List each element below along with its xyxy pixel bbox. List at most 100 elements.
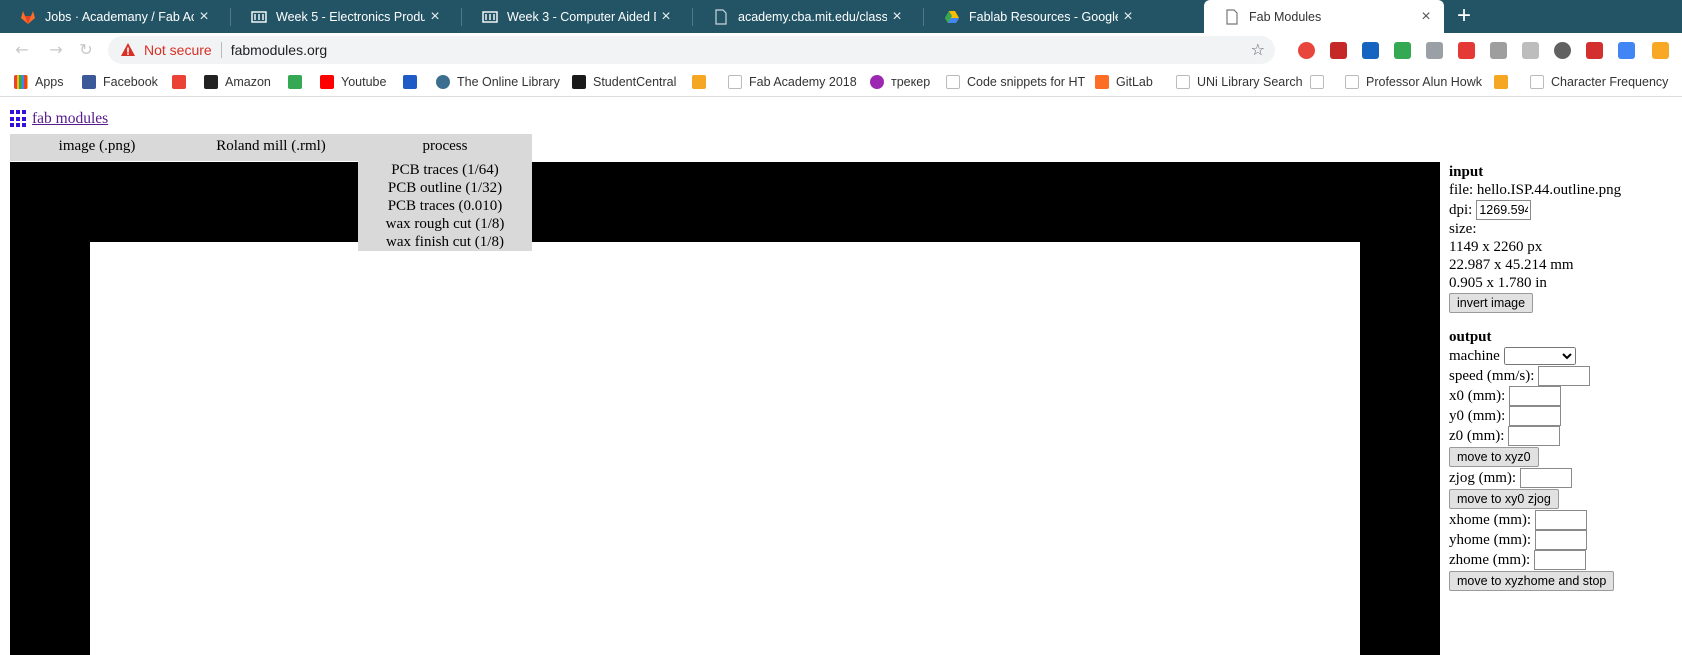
extension-cloud-icon[interactable] <box>1522 42 1539 59</box>
bookmark-drive[interactable] <box>288 73 309 91</box>
bookmark-fab-academy-2018[interactable]: Fab Academy 2018 <box>728 73 857 91</box>
bookmark-code-snippets[interactable]: Code snippets for HT <box>946 73 1085 91</box>
url-text[interactable]: fabmodules.org <box>231 42 328 58</box>
y0-input[interactable] <box>1509 406 1562 426</box>
move-to-xy0-zjog-button[interactable]: move to xy0 zjog <box>1449 489 1559 509</box>
process-option[interactable]: PCB outline (1/32) <box>358 179 532 197</box>
bookmark-label: StudentCentral <box>593 75 677 89</box>
close-icon[interactable]: × <box>425 8 445 26</box>
warning-icon <box>121 43 135 56</box>
process-option[interactable]: PCB traces (1/64) <box>358 161 532 179</box>
bookmark-tracker[interactable]: трекер <box>870 73 930 91</box>
dpi-input[interactable] <box>1476 199 1532 220</box>
process-option[interactable]: wax finish cut (1/8) <box>358 233 532 251</box>
tab-jobs-academany[interactable]: Jobs · Academany / Fab Academy × <box>0 0 222 33</box>
close-icon[interactable]: × <box>194 8 214 26</box>
extension-lastpass-icon[interactable] <box>1330 42 1347 59</box>
extension-google-icon[interactable] <box>1618 42 1635 59</box>
reload-icon[interactable]: ↻ <box>76 40 96 60</box>
xhome-input[interactable] <box>1535 510 1588 530</box>
extension-drive-icon[interactable] <box>1394 42 1411 59</box>
z0-input[interactable] <box>1508 426 1561 446</box>
bookmark-label: Fab Academy 2018 <box>749 75 857 89</box>
bookmark-translate[interactable] <box>403 73 424 91</box>
yhome-input[interactable] <box>1535 530 1588 550</box>
bookmark-professor[interactable]: Professor Alun Howk <box>1345 73 1482 91</box>
zjog-label: zjog (mm): <box>1449 470 1517 486</box>
move-to-xyzhome-button[interactable]: move to xyzhome and stop <box>1449 571 1615 591</box>
output-format-menu[interactable]: Roland mill (.rml) <box>184 134 358 161</box>
youtube-icon <box>320 75 334 89</box>
forward-icon[interactable]: → <box>46 40 66 60</box>
security-indicator[interactable]: Not secure <box>144 42 212 58</box>
process-menu[interactable]: process <box>358 134 532 161</box>
extension-list-icon[interactable] <box>1426 42 1443 59</box>
extension-pencil-icon[interactable] <box>1458 42 1475 59</box>
gitlab-icon <box>1095 75 1109 89</box>
bookmark-fab[interactable] <box>692 73 713 91</box>
tab-title: Jobs · Academany / Fab Academy <box>45 9 194 24</box>
move-to-xyz0-button[interactable]: move to xyz0 <box>1449 447 1539 467</box>
bookmark-online-library[interactable]: The Online Library <box>436 73 560 91</box>
x0-input[interactable] <box>1509 386 1562 406</box>
page-icon <box>1345 75 1359 89</box>
fab-modules-home-link[interactable]: fab modules <box>32 110 108 128</box>
new-tab-button[interactable]: + <box>1450 3 1478 31</box>
tab-title: Week 3 - Computer Aided Design <box>507 9 656 24</box>
extension-os-icon[interactable] <box>1490 42 1507 59</box>
close-icon[interactable]: × <box>887 8 907 26</box>
settings-panel: input file: hello.ISP.44.outline.png dpi… <box>1449 163 1679 592</box>
process-option[interactable]: PCB traces (0.010) <box>358 197 532 215</box>
gitlab-icon <box>20 9 36 25</box>
bookmark-label: Character Frequency <box>1551 75 1669 89</box>
zjog-input[interactable] <box>1520 468 1573 488</box>
tab-academy-cba[interactable]: academy.cba.mit.edu/classes/ele × <box>693 0 915 33</box>
invert-image-button[interactable]: invert image <box>1449 293 1534 313</box>
bookmark-star-icon[interactable]: ☆ <box>1251 40 1265 59</box>
process-option[interactable]: wax rough cut (1/8) <box>358 215 532 233</box>
back-icon[interactable]: ← <box>12 40 32 60</box>
close-icon[interactable]: × <box>656 8 676 26</box>
bookmark-label: UNi Library Search <box>1197 75 1303 89</box>
drive-icon <box>944 9 960 25</box>
tab-fab-modules[interactable]: Fab Modules × <box>1204 0 1444 33</box>
speed-input[interactable] <box>1538 366 1591 386</box>
extension-bank-icon[interactable] <box>1362 42 1379 59</box>
tab-strip: Jobs · Academany / Fab Academy × Week 5 … <box>0 0 1682 33</box>
extension-tag-icon[interactable] <box>1652 42 1669 59</box>
tab-google-drive[interactable]: Fablab Resources - Google Drive × <box>924 0 1146 33</box>
page-icon <box>713 8 729 25</box>
extension-pdf-icon[interactable] <box>1586 42 1603 59</box>
machine-select[interactable] <box>1503 347 1576 365</box>
tab-week3[interactable]: Week 3 - Computer Aided Design × <box>462 0 684 33</box>
zhome-input[interactable] <box>1534 550 1587 570</box>
bookmark-gmail[interactable] <box>172 73 193 91</box>
tab-week5[interactable]: Week 5 - Electronics Production - × <box>231 0 453 33</box>
input-format-menu[interactable]: image (.png) <box>10 134 184 161</box>
bookmark-youtube[interactable]: Youtube <box>320 73 386 91</box>
close-icon[interactable]: × <box>1118 8 1138 26</box>
bookmark-studentcentral[interactable]: StudentCentral <box>572 73 676 91</box>
bookmark-amazon[interactable]: Amazon <box>204 73 271 91</box>
dpi-label: dpi: <box>1449 201 1473 218</box>
address-bar[interactable]: Not secure fabmodules.org ☆ <box>108 36 1275 64</box>
extension-alert-icon[interactable] <box>1298 42 1315 59</box>
fab-modules-grid-icon[interactable] <box>10 110 28 128</box>
bookmark-facebook[interactable]: Facebook <box>82 73 158 91</box>
extension-circle-icon[interactable] <box>1554 42 1571 59</box>
fab-icon <box>692 75 706 89</box>
page-icon <box>1224 8 1240 25</box>
input-file: file: hello.ISP.44.outline.png <box>1449 182 1622 198</box>
bookmark-character-frequency[interactable]: Character Frequency <box>1530 73 1668 91</box>
bookmark-uni-library[interactable]: UNi Library Search <box>1176 73 1303 91</box>
bookmark-fab-2[interactable] <box>1494 73 1515 91</box>
bookmark-label: GitLab <box>1116 75 1153 89</box>
bookmark-blank[interactable] <box>1310 73 1331 91</box>
bookmark-label: Facebook <box>103 75 158 89</box>
bookmark-apps[interactable]: Apps <box>14 73 64 91</box>
machine-label: machine <box>1449 348 1500 364</box>
close-icon[interactable]: × <box>1416 8 1436 26</box>
size-in: 0.905 x 1.780 in <box>1449 275 1547 291</box>
bookmark-gitlab[interactable]: GitLab <box>1095 73 1153 91</box>
y0-label: y0 (mm): <box>1449 408 1506 424</box>
